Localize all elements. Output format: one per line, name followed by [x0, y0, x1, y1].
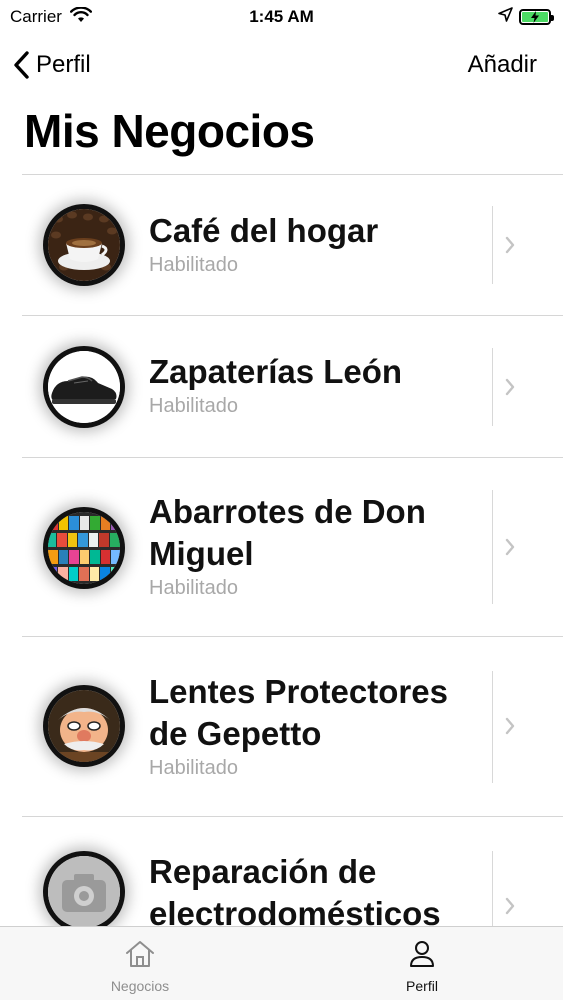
location-arrow-icon: [498, 7, 513, 27]
chevron-right-icon: [505, 717, 515, 735]
list-item[interactable]: Zapaterías León Habilitado: [0, 316, 563, 458]
avatar: [43, 685, 125, 767]
separator: [492, 490, 493, 604]
tab-negocios[interactable]: Negocios: [80, 939, 200, 994]
gepetto-image: [48, 690, 120, 762]
list-item-text: Zapaterías León Habilitado: [149, 351, 479, 418]
business-status: Habilitado: [149, 577, 238, 599]
business-name: Reparación de electrodomésticos: [149, 853, 441, 932]
page-title: Mis Negocios: [24, 105, 315, 157]
business-name: Abarrotes de Don Miguel: [149, 493, 426, 572]
status-bar: Carrier 1:45 AM: [0, 0, 563, 34]
list-item-text: Reparación de electrodomésticos: [149, 851, 479, 935]
add-button[interactable]: Añadir: [468, 48, 537, 82]
chevron-right-icon: [505, 378, 515, 396]
business-status: Habilitado: [149, 254, 238, 276]
separator: [492, 671, 493, 783]
carrier-label: Carrier: [10, 7, 62, 26]
tab-label: Negocios: [110, 978, 170, 994]
status-left: Carrier: [10, 5, 92, 28]
navigation-bar: Perfil Añadir: [0, 40, 563, 90]
chevron-right-icon: [505, 897, 515, 915]
chevron-right-icon: [505, 236, 515, 254]
status-right: [498, 7, 554, 27]
business-name: Café del hogar: [149, 212, 379, 249]
list-item[interactable]: Lentes Protectores de Gepetto Habilitado: [0, 637, 563, 817]
business-name: Zapaterías León: [149, 353, 403, 390]
list-item-text: Abarrotes de Don Miguel Habilitado: [149, 491, 479, 600]
avatar: [43, 346, 125, 428]
business-status: Habilitado: [149, 395, 238, 417]
list-item-text: Lentes Protectores de Gepetto Habilitado: [149, 671, 479, 780]
business-list: Café del hogar Habilitado Zapaterías Leó…: [0, 175, 563, 997]
wifi-icon: [69, 5, 92, 28]
business-name: Lentes Protectores de Gepetto: [149, 673, 448, 752]
tab-label: Perfil: [406, 978, 438, 994]
list-item-text: Café del hogar Habilitado: [149, 210, 479, 277]
grocery-shelf-image: [48, 512, 120, 584]
separator: [492, 206, 493, 284]
tab-bar: Negocios Perfil: [0, 926, 563, 1000]
shoe-image: [48, 351, 120, 423]
chevron-left-icon: [14, 51, 29, 79]
person-icon: [410, 941, 434, 967]
back-button[interactable]: Perfil: [12, 48, 91, 82]
battery-icon: [519, 9, 554, 25]
charging-bolt-icon: [531, 11, 539, 23]
avatar: [43, 507, 125, 589]
screen: Carrier 1:45 AM Perfil Añadir Mis Negoci…: [0, 0, 563, 1000]
business-status: Habilitado: [149, 757, 238, 779]
avatar: [43, 851, 125, 933]
list-item[interactable]: Café del hogar Habilitado: [0, 175, 563, 316]
house-icon: [126, 941, 154, 967]
back-button-label: Perfil: [36, 51, 91, 78]
camera-placeholder-image: [48, 856, 120, 928]
chevron-right-icon: [505, 538, 515, 556]
separator: [492, 348, 493, 426]
avatar: [43, 204, 125, 286]
tab-perfil[interactable]: Perfil: [362, 939, 482, 994]
list-item[interactable]: Abarrotes de Don Miguel Habilitado: [0, 458, 563, 637]
coffee-cup-image: [48, 209, 120, 281]
